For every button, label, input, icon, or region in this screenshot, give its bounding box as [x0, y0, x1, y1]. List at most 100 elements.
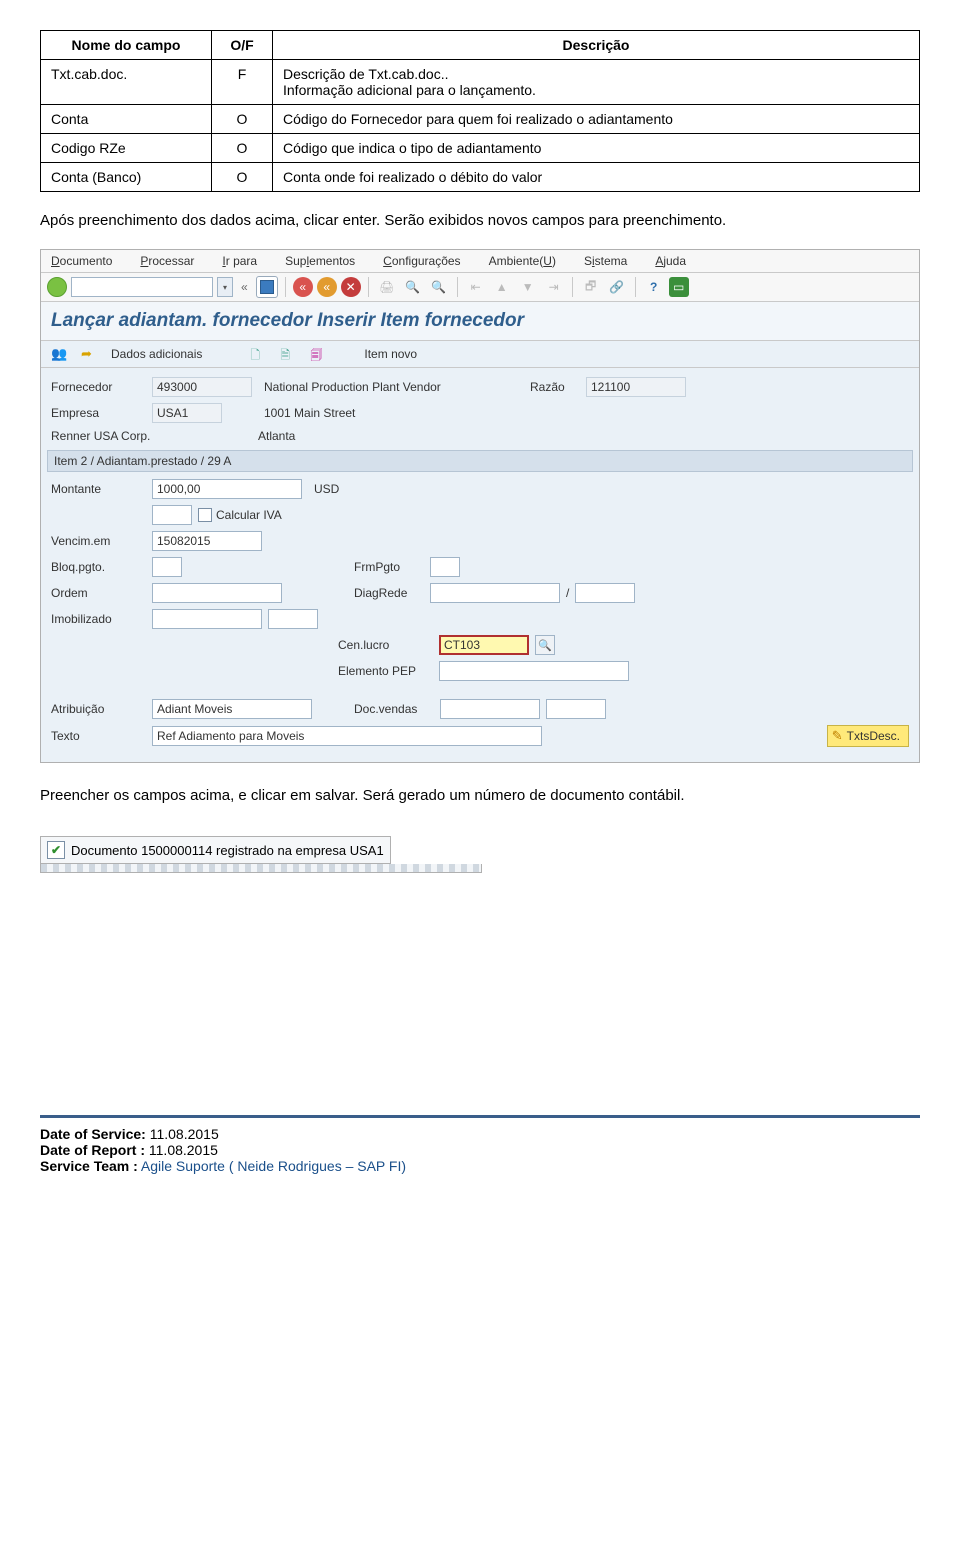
- field-pep[interactable]: [439, 661, 629, 681]
- field-montante[interactable]: 1000,00: [152, 479, 302, 499]
- field-company-city: Atlanta: [252, 429, 295, 443]
- collapse-icon[interactable]: «: [237, 280, 252, 294]
- cell-of: O: [212, 163, 273, 192]
- footer-rule: [40, 1115, 920, 1118]
- copy-doc-icon[interactable]: [310, 346, 326, 362]
- menu-sistema[interactable]: Sistema: [584, 254, 627, 268]
- new-session-icon: 🗗: [580, 276, 602, 298]
- field-diagrede-2[interactable]: [575, 583, 635, 603]
- field-bloq[interactable]: [152, 557, 182, 577]
- field-empresa-addr: 1001 Main Street: [258, 406, 524, 420]
- status-bar: ✔ Documento 1500000114 registrado na emp…: [40, 836, 391, 864]
- field-ordem[interactable]: [152, 583, 282, 603]
- label-diagrede: DiagRede: [354, 586, 424, 600]
- field-texto[interactable]: Ref Adiamento para Moveis: [152, 726, 542, 746]
- label-imobilizado: Imobilizado: [51, 612, 146, 626]
- enter-button[interactable]: [47, 277, 67, 297]
- section-header-item: Item 2 / Adiantam.prestado / 29 A: [47, 450, 913, 472]
- menu-ir-para[interactable]: Ir para: [222, 254, 257, 268]
- field-docvendas-2[interactable]: [546, 699, 606, 719]
- field-atribuicao[interactable]: Adiant Moveis: [152, 699, 312, 719]
- field-cenlucro[interactable]: CT103: [439, 635, 529, 655]
- paragraph-instruction-2: Preencher os campos acima, e clicar em s…: [40, 787, 920, 804]
- sap-toolbar: ▾ « « « ✕ 🖨 🔍 🔍 ⇤ ▲ ▼ ⇥ 🗗 🔗 ? ▭: [41, 273, 919, 302]
- cell-desc: Código que indica o tipo de adiantamento: [273, 134, 920, 163]
- sap-subtoolbar: Dados adicionais Item novo: [41, 341, 919, 368]
- label-montante: Montante: [51, 482, 146, 496]
- footer-report-label: Date of Report :: [40, 1142, 145, 1158]
- footer-report-value: 11.08.2015: [145, 1142, 218, 1158]
- cell-of: O: [212, 134, 273, 163]
- label-empresa: Empresa: [51, 406, 146, 420]
- footer-team-label: Service Team :: [40, 1158, 138, 1174]
- cancel-icon[interactable]: ✕: [341, 277, 361, 297]
- cell-of: O: [212, 105, 273, 134]
- sap-menubar: Documento Processar Ir para Suplementos …: [41, 250, 919, 273]
- new-doc-icon[interactable]: [250, 346, 266, 362]
- label-razao: Razão: [530, 380, 580, 394]
- menu-ambiente[interactable]: Ambiente(U): [489, 254, 556, 268]
- find-icon: 🔍: [402, 276, 424, 298]
- last-page-icon: ⇥: [543, 276, 565, 298]
- field-razao: 121100: [586, 377, 686, 397]
- th-desc: Descrição: [273, 31, 920, 60]
- toolbar-separator: [285, 277, 286, 297]
- help-icon[interactable]: ?: [643, 276, 665, 298]
- success-check-icon: ✔: [47, 841, 65, 859]
- table-row: Codigo RZe O Código que indica o tipo de…: [41, 134, 920, 163]
- back-icon[interactable]: «: [293, 277, 313, 297]
- search-help-icon[interactable]: 🔍: [535, 635, 555, 655]
- sap-screen-title: Lançar adiantam. fornecedor Inserir Item…: [41, 302, 919, 341]
- field-fornecedor-name: National Production Plant Vendor: [258, 380, 524, 394]
- field-diagrede[interactable]: [430, 583, 560, 603]
- txtsdesc-button[interactable]: TxtsDesc.: [827, 725, 909, 747]
- label-docvendas: Doc.vendas: [354, 702, 434, 716]
- menu-suplementos[interactable]: Suplementos: [285, 254, 355, 268]
- layout-icon[interactable]: ▭: [669, 277, 689, 297]
- checkbox-label: Calcular IVA: [216, 508, 282, 522]
- cell-name: Codigo RZe: [41, 134, 212, 163]
- label-texto: Texto: [51, 729, 146, 743]
- checkbox-box-icon: [198, 508, 212, 522]
- field-docvendas[interactable]: [440, 699, 540, 719]
- first-page-icon: ⇤: [465, 276, 487, 298]
- label-ordem: Ordem: [51, 586, 146, 600]
- cell-desc: Descrição de Txt.cab.doc.. Informação ad…: [273, 60, 920, 105]
- dados-adicionais-button[interactable]: Dados adicionais: [111, 347, 202, 361]
- command-field[interactable]: [71, 277, 213, 297]
- field-vencim[interactable]: 15082015: [152, 531, 262, 551]
- field-fornecedor-code: 493000: [152, 377, 252, 397]
- field-empresa-code: USA1: [152, 403, 222, 423]
- exit-icon[interactable]: «: [317, 277, 337, 297]
- toolbar-separator: [572, 277, 573, 297]
- add-doc-icon[interactable]: [280, 346, 296, 362]
- cell-desc: Conta onde foi realizado o débito do val…: [273, 163, 920, 192]
- item-novo-button[interactable]: Item novo: [364, 347, 417, 361]
- footer-service-label: Date of Service:: [40, 1126, 146, 1142]
- field-definition-table: Nome do campo O/F Descrição Txt.cab.doc.…: [40, 30, 920, 192]
- people-icon[interactable]: [51, 346, 67, 362]
- toolbar-separator: [635, 277, 636, 297]
- goto-icon[interactable]: [81, 346, 97, 362]
- field-imobilizado[interactable]: [152, 609, 262, 629]
- slash: /: [566, 586, 569, 600]
- field-iva-code[interactable]: [152, 505, 192, 525]
- menu-ajuda[interactable]: Ajuda: [655, 254, 686, 268]
- next-page-icon: ▼: [517, 276, 539, 298]
- command-dropdown[interactable]: ▾: [217, 277, 233, 297]
- cell-name: Conta (Banco): [41, 163, 212, 192]
- menu-documento[interactable]: Documento: [51, 254, 112, 268]
- menu-configuracoes[interactable]: Configurações: [383, 254, 460, 268]
- save-icon[interactable]: [256, 276, 278, 298]
- cell-desc-line1: Descrição de Txt.cab.doc..: [283, 66, 448, 82]
- cell-desc: Código do Fornecedor para quem foi reali…: [273, 105, 920, 134]
- label-pep: Elemento PEP: [338, 664, 433, 678]
- field-imobilizado-2[interactable]: [268, 609, 318, 629]
- menu-processar[interactable]: Processar: [140, 254, 194, 268]
- checkbox-calcular-iva[interactable]: Calcular IVA: [198, 508, 282, 522]
- footer-service-value: 11.08.2015: [146, 1126, 219, 1142]
- cell-desc-line2: Informação adicional para o lançamento.: [283, 82, 536, 98]
- sap-form: Fornecedor 493000 National Production Pl…: [41, 368, 919, 762]
- field-frmpgto[interactable]: [430, 557, 460, 577]
- status-message: Documento 1500000114 registrado na empre…: [71, 843, 384, 858]
